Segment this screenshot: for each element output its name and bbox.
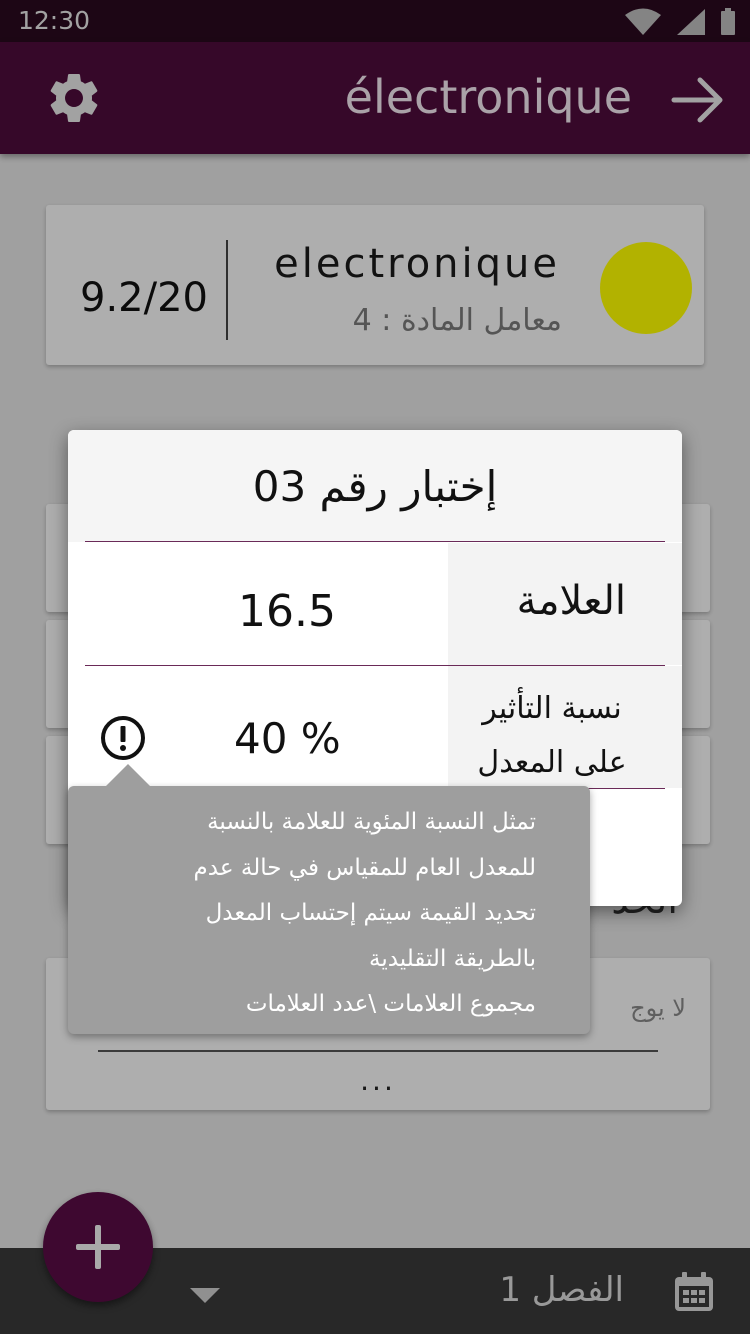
info-tooltip: تمثل النسبة المئوية للعلامة بالنسبة للمع… <box>68 764 590 1034</box>
tooltip-line: للمعدل العام للمقياس في حالة عدم <box>193 854 536 881</box>
dialog-header: إختبار رقم 03 <box>68 430 682 542</box>
tooltip-line: تحديد القيمة سيتم إحتساب المعدل <box>205 900 536 926</box>
dialog-divider <box>85 541 665 542</box>
dialog-title: إختبار رقم 03 <box>252 462 498 511</box>
mark-value[interactable]: 16.5 <box>238 586 336 637</box>
weight-label-line1: نسبة التأثير <box>482 691 622 726</box>
tooltip-line: مجموع العلامات \عدد العلامات <box>245 991 536 1017</box>
info-icon[interactable] <box>100 715 146 761</box>
weight-value[interactable]: 40 % <box>234 714 341 763</box>
tooltip-text: تمثل النسبة المئوية للعلامة بالنسبة للمع… <box>76 800 536 1028</box>
weight-label-line2: على المعدل <box>477 745 627 780</box>
weight-label: نسبة التأثير على المعدل <box>452 682 652 790</box>
tooltip-line: بالطريقة التقليدية <box>369 945 536 972</box>
mark-label: العلامة <box>516 578 626 624</box>
tooltip-line: تمثل النسبة المئوية للعلامة بالنسبة <box>207 809 536 835</box>
